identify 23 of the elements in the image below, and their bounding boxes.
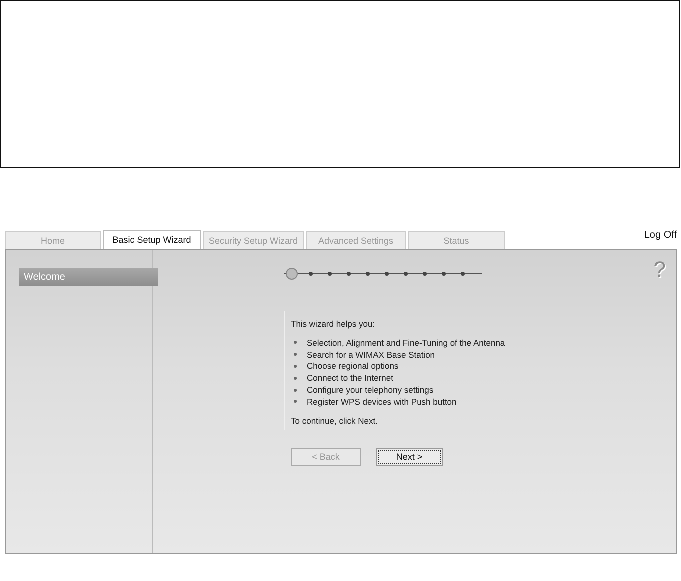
bullet-icon bbox=[294, 341, 297, 344]
bullet-icon bbox=[294, 400, 297, 404]
list-item-text: Connect to the Internet bbox=[307, 373, 394, 384]
list-item-text: Selection, Alignment and Fine-Tuning of the Antenna bbox=[307, 338, 506, 348]
instruction-text: To continue, click Next. bbox=[291, 416, 379, 426]
bullet-icon bbox=[294, 353, 297, 356]
intro-text: This wizard helps you: bbox=[291, 319, 376, 329]
tab[interactable]: Home bbox=[5, 231, 101, 249]
bullet-icon bbox=[294, 388, 297, 392]
tab[interactable]: Security Setup Wizard bbox=[203, 231, 304, 249]
bullet-icon bbox=[294, 364, 297, 368]
log-off-link[interactable]: Log Off bbox=[644, 230, 677, 241]
list-item-text: Configure your telephony settings bbox=[307, 385, 434, 396]
sidebar-item[interactable]: Welcome bbox=[19, 268, 158, 286]
list-item-text: Search for a WIMAX Base Station bbox=[307, 350, 436, 360]
help-icon[interactable]: ? bbox=[654, 259, 666, 281]
bullet-icon bbox=[294, 376, 297, 380]
list-item-text: Register WPS devices with Push button bbox=[307, 396, 457, 407]
tab[interactable]: Status bbox=[408, 231, 505, 249]
list-item-text: Choose regional options bbox=[307, 361, 399, 372]
tab[interactable]: Basic Setup Wizard bbox=[103, 230, 201, 249]
tab[interactable]: Advanced Settings bbox=[306, 231, 406, 249]
next-button[interactable]: Next > bbox=[376, 448, 443, 466]
